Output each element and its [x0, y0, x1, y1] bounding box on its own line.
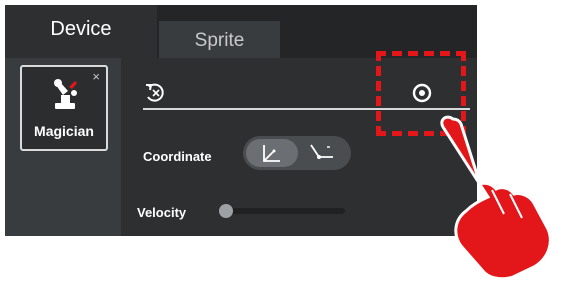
coordinate-label: Coordinate: [143, 149, 212, 164]
tab-device[interactable]: Device: [5, 5, 157, 58]
velocity-slider-thumb[interactable]: [219, 204, 233, 218]
velocity-slider-track[interactable]: [225, 208, 345, 214]
device-name: Magician: [34, 123, 94, 139]
joint-mode-button[interactable]: [299, 139, 348, 167]
coordinate-toggle[interactable]: [243, 136, 351, 170]
cartesian-mode-button[interactable]: [246, 139, 298, 167]
robot-arm-icon: [54, 79, 77, 109]
pointing-hand-icon: [440, 115, 552, 281]
tab-sprite[interactable]: Sprite: [159, 21, 280, 58]
close-icon[interactable]: ×: [92, 69, 100, 84]
velocity-label: Velocity: [137, 205, 187, 220]
joint-coordinate-icon: [310, 144, 333, 159]
device-card-magician[interactable]: × Magician: [20, 65, 108, 151]
cartesian-coordinate-icon: [263, 145, 280, 162]
reset-icon[interactable]: [143, 81, 167, 105]
